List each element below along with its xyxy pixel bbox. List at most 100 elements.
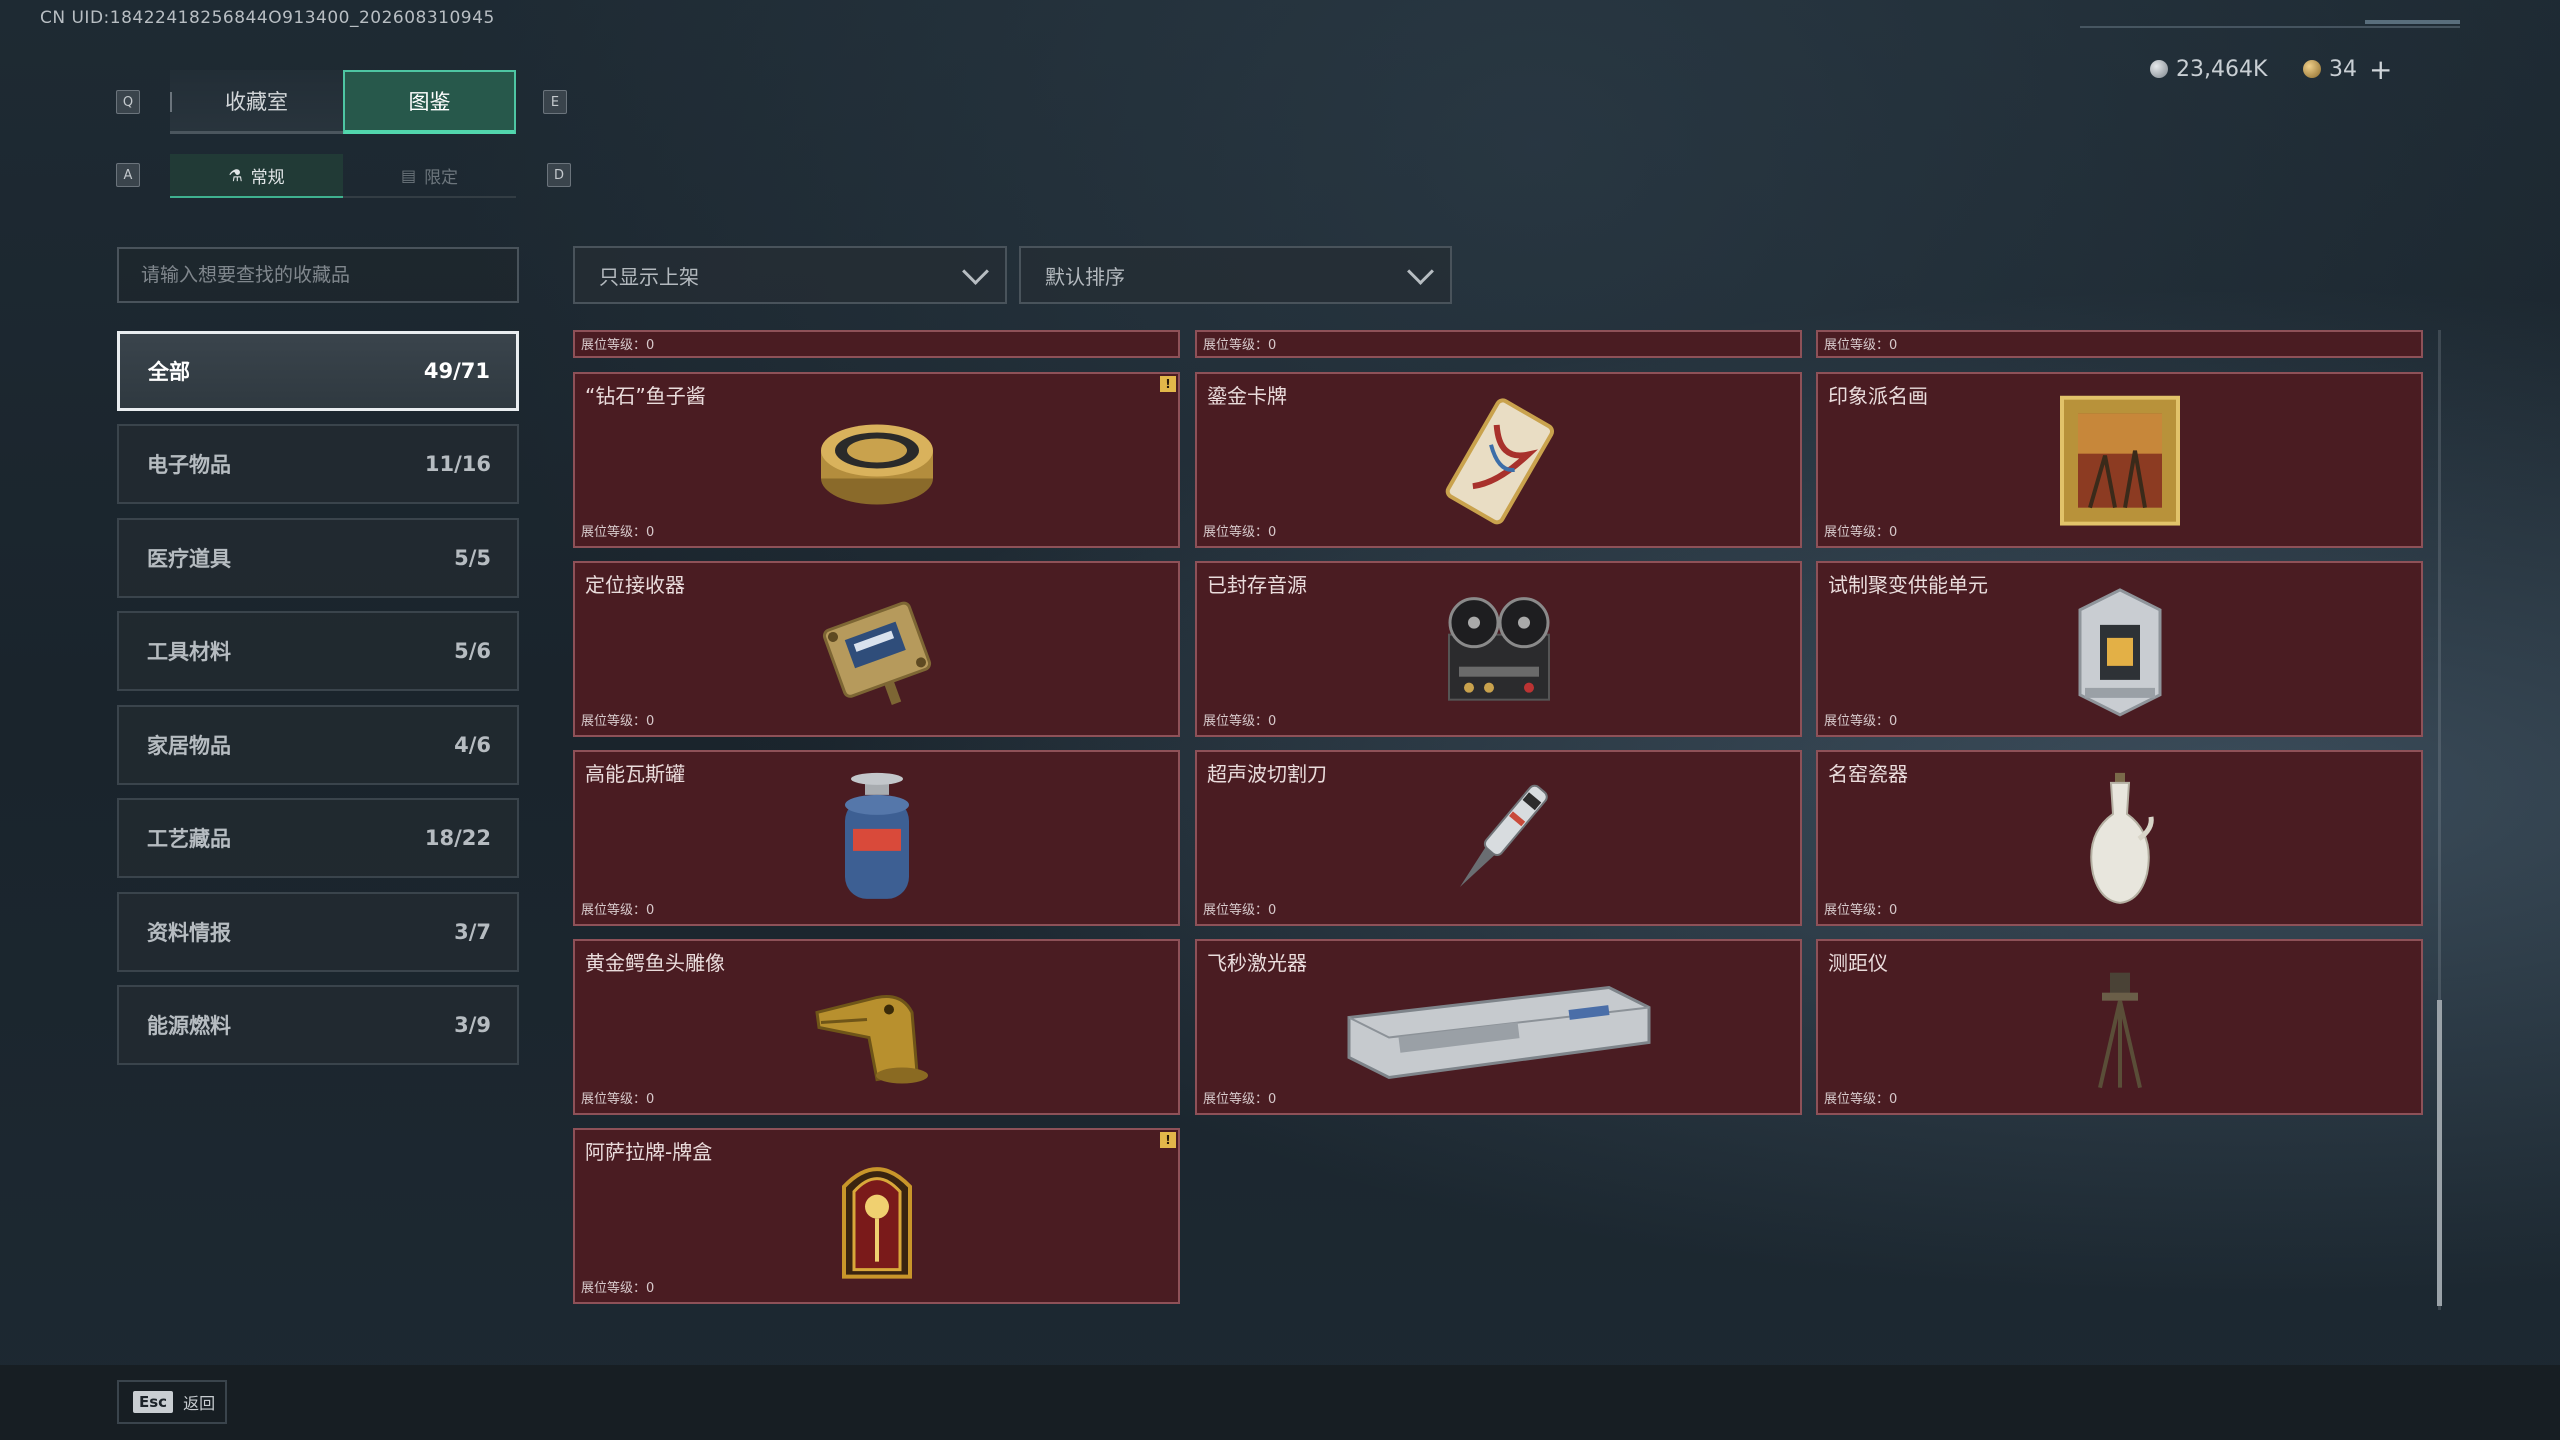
search-input[interactable] — [117, 247, 519, 303]
category-all[interactable]: 全部 49/71 — [117, 331, 519, 411]
item-card-croc-statue[interactable]: 黄金鳄鱼头雕像 展位等级：0 — [573, 939, 1180, 1115]
key-hint-next-tab[interactable]: E — [543, 90, 567, 114]
category-count: 11/16 — [424, 452, 491, 476]
booth-level: 展位等级：0 — [1824, 903, 1898, 918]
laser-device-icon — [1339, 967, 1659, 1091]
category-label: 能源燃料 — [147, 1014, 231, 1038]
gilded-card-icon — [1429, 391, 1569, 535]
item-card-sealed-audio[interactable]: 已封存音源 展位等级：0 — [1195, 561, 1802, 737]
category-count: 5/6 — [454, 639, 491, 663]
category-crafts[interactable]: 工艺藏品 18/22 — [117, 798, 519, 878]
chevron-down-icon — [1407, 257, 1434, 285]
category-count: 4/6 — [454, 733, 491, 757]
shelf-filter-dropdown[interactable]: 只显示上架 — [573, 246, 1007, 304]
category-tools[interactable]: 工具材料 5/6 — [117, 611, 519, 691]
booth-level: 展位等级：0 — [1824, 338, 1898, 353]
shelf-filter-value: 只显示上架 — [599, 264, 699, 289]
add-currency-button[interactable]: + — [2369, 53, 2392, 86]
rangefinder-tripod-icon — [2080, 963, 2160, 1097]
item-card-gas-canister[interactable]: 高能瓦斯罐 展位等级：0 — [573, 750, 1180, 926]
card-box-icon — [832, 1152, 922, 1286]
key-hint-prev-subtab[interactable]: A — [116, 163, 140, 187]
porcelain-vase-icon — [2075, 769, 2165, 913]
caviar-tin-icon — [812, 400, 942, 524]
booth-level: 展位等级：0 — [1203, 903, 1277, 918]
tab-divider — [170, 92, 172, 112]
item-name: 阿萨拉牌-牌盒 — [585, 1140, 713, 1164]
item-card-receiver[interactable]: 定位接收器 展位等级：0 — [573, 561, 1180, 737]
silver-amount: 23,464K — [2176, 56, 2268, 82]
item-name: 印象派名画 — [1828, 384, 1928, 408]
booth-level: 展位等级：0 — [581, 903, 655, 918]
item-card-laser[interactable]: 飞秒激光器 展位等级：0 — [1195, 939, 1802, 1115]
item-card-fusion-unit[interactable]: 试制聚变供能单元 展位等级：0 — [1816, 561, 2423, 737]
item-card-partial[interactable]: 展位等级：0 — [573, 330, 1180, 358]
booth-level: 展位等级：0 — [1203, 338, 1277, 353]
back-label: 返回 — [183, 1394, 216, 1413]
category-count: 18/22 — [424, 826, 491, 850]
item-card-painting[interactable]: 印象派名画 展位等级：0 — [1816, 372, 2423, 548]
booth-level: 展位等级：0 — [581, 1281, 655, 1296]
item-name: 定位接收器 — [585, 573, 685, 597]
item-name: 试制聚变供能单元 — [1828, 573, 1988, 597]
category-intel[interactable]: 资料情报 3/7 — [117, 892, 519, 972]
tab-codex[interactable]: 图鉴 — [343, 70, 516, 134]
category-household[interactable]: 家居物品 4/6 — [117, 705, 519, 785]
item-name: 名窑瓷器 — [1828, 762, 1908, 786]
back-button[interactable]: Esc 返回 — [117, 1380, 227, 1424]
item-card-porcelain[interactable]: 名窑瓷器 展位等级：0 — [1816, 750, 2423, 926]
alert-badge: ! — [1160, 1132, 1176, 1148]
item-card-caviar[interactable]: “钻石”鱼子酱 ! 展位等级：0 — [573, 372, 1180, 548]
booth-level: 展位等级：0 — [581, 1092, 655, 1107]
item-card-rangefinder[interactable]: 测距仪 展位等级：0 — [1816, 939, 2423, 1115]
category-energy[interactable]: 能源燃料 3/9 — [117, 985, 519, 1065]
sort-dropdown[interactable]: 默认排序 — [1019, 246, 1452, 304]
item-name: 鎏金卡牌 — [1207, 384, 1287, 408]
category-label: 工艺藏品 — [147, 827, 231, 851]
item-name: 高能瓦斯罐 — [585, 762, 685, 786]
decor-line — [2080, 26, 2460, 28]
scrollbar-thumb[interactable] — [2437, 1000, 2442, 1306]
reel-recorder-icon — [1434, 585, 1564, 719]
booth-level: 展位等级：0 — [1203, 525, 1277, 540]
booth-level: 展位等级：0 — [1824, 714, 1898, 729]
fusion-unit-icon — [2065, 580, 2175, 724]
booth-level: 展位等级：0 — [1203, 714, 1277, 729]
item-card-card-box[interactable]: 阿萨拉牌-牌盒 ! 展位等级：0 — [573, 1128, 1180, 1304]
subtab-limited[interactable]: ▤ 限定 — [343, 154, 516, 198]
footer-bar — [0, 1365, 2560, 1440]
item-card-partial[interactable]: 展位等级：0 — [1195, 330, 1802, 358]
category-medical[interactable]: 医疗道具 5/5 — [117, 518, 519, 598]
category-count: 3/9 — [454, 1013, 491, 1037]
category-electronics[interactable]: 电子物品 11/16 — [117, 424, 519, 504]
item-name: 测距仪 — [1828, 951, 1888, 975]
item-name: 飞秒激光器 — [1207, 951, 1307, 975]
booth-level: 展位等级：0 — [1824, 525, 1898, 540]
category-count: 3/7 — [454, 920, 491, 944]
key-hint-prev-tab[interactable]: Q — [116, 90, 140, 114]
booth-level: 展位等级：0 — [581, 338, 655, 353]
image-icon: ▤ — [400, 165, 417, 185]
gold-currency[interactable]: 34 + — [2303, 53, 2392, 86]
item-name: 已封存音源 — [1207, 573, 1307, 597]
crocodile-statue-icon — [807, 967, 947, 1091]
esc-key-hint: Esc — [133, 1391, 174, 1413]
category-label: 电子物品 — [147, 453, 231, 477]
item-card-gilded-card[interactable]: 鎏金卡牌 展位等级：0 — [1195, 372, 1802, 548]
item-name: 黄金鳄鱼头雕像 — [585, 951, 725, 975]
key-hint-next-subtab[interactable]: D — [547, 163, 571, 187]
silver-coin-icon — [2150, 60, 2168, 78]
subtab-regular[interactable]: ⚗ 常规 — [170, 154, 343, 198]
framed-painting-icon — [2059, 395, 2180, 530]
item-card-partial[interactable]: 展位等级：0 — [1816, 330, 2423, 358]
booth-level: 展位等级：0 — [581, 525, 655, 540]
decor-line — [2365, 20, 2460, 24]
category-label: 资料情报 — [147, 921, 231, 945]
uid-text: CN UID:18422418256844O913400_20260831094… — [40, 8, 495, 28]
item-card-ultrasonic-knife[interactable]: 超声波切割刀 展位等级：0 — [1195, 750, 1802, 926]
item-name: 超声波切割刀 — [1207, 762, 1327, 786]
booth-level: 展位等级：0 — [1824, 1092, 1898, 1107]
tab-collection-room[interactable]: 收藏室 — [170, 70, 343, 134]
category-label: 工具材料 — [147, 640, 231, 664]
category-label: 全部 — [148, 360, 190, 384]
